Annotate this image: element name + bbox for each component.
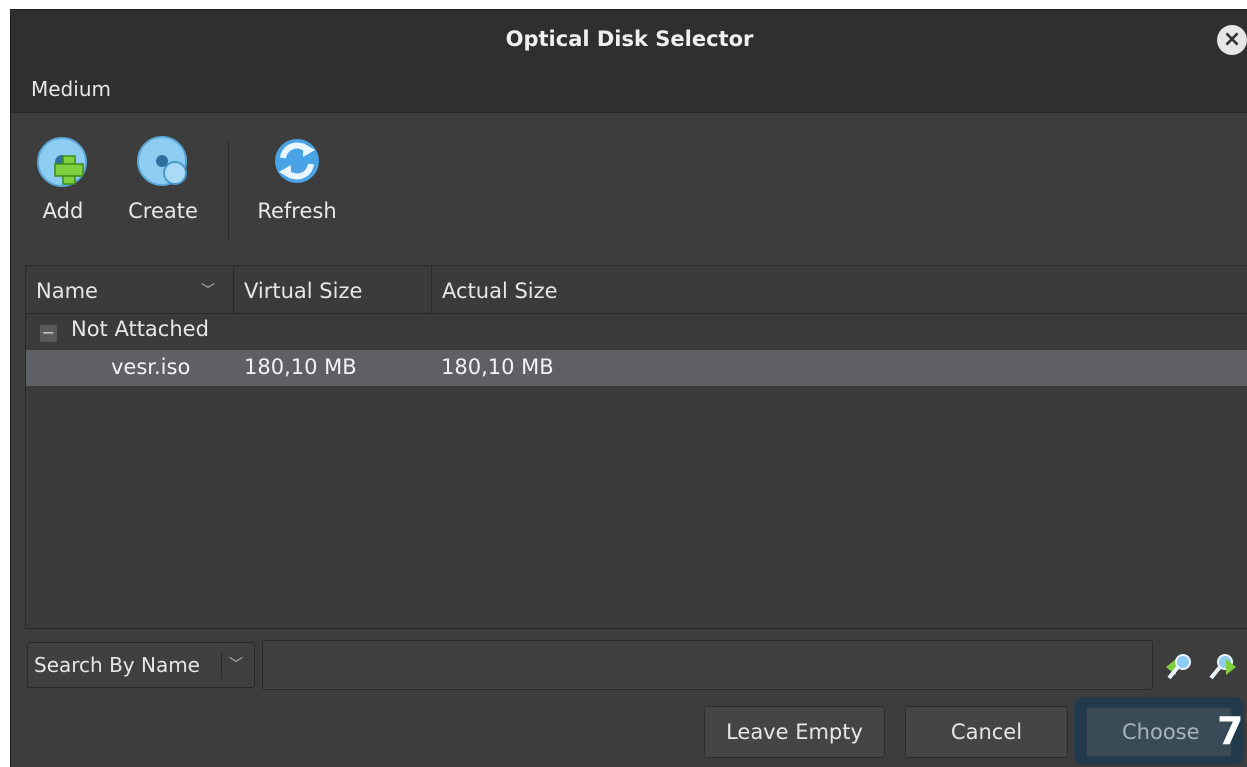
- column-actual-size[interactable]: Actual Size: [432, 266, 1247, 313]
- group-row-not-attached[interactable]: − Not Attached: [26, 314, 1247, 350]
- group-label: Not Attached: [71, 317, 209, 341]
- chevron-down-icon: ﹀: [229, 657, 243, 673]
- column-virtual-size[interactable]: Virtual Size: [234, 266, 432, 313]
- collapse-icon[interactable]: −: [40, 325, 57, 342]
- cell-virtual-size: 180,10 MB: [244, 355, 357, 379]
- search-backward-icon[interactable]: [1164, 651, 1194, 681]
- add-button[interactable]: Add: [35, 133, 91, 223]
- cancel-button[interactable]: Cancel: [905, 706, 1068, 758]
- add-label: Add: [42, 199, 84, 223]
- toolbar-separator: [228, 141, 229, 241]
- choose-button[interactable]: Choose: [1086, 707, 1232, 757]
- button-bar: Leave Empty Cancel Choose 7: [11, 697, 1247, 767]
- cell-name: vesr.iso: [111, 355, 191, 379]
- create-label: Create: [128, 199, 198, 223]
- medium-tree[interactable]: Name ﹀ Virtual Size Actual Size − Not At…: [25, 265, 1247, 629]
- create-button[interactable]: Create: [127, 133, 199, 223]
- column-name-label: Name: [36, 279, 98, 303]
- title-bar[interactable]: Optical Disk Selector ×: [11, 10, 1247, 68]
- optical-disk-selector-window: Optical Disk Selector × Medium Add Creat…: [10, 9, 1247, 767]
- add-disk-icon: [37, 137, 87, 187]
- chevron-down-icon: ﹀: [201, 283, 215, 299]
- menu-bar: Medium: [11, 68, 1247, 113]
- cell-actual-size: 180,10 MB: [441, 355, 554, 379]
- create-disk-icon: [137, 136, 187, 186]
- close-icon[interactable]: ×: [1217, 25, 1247, 55]
- search-mode-select[interactable]: Search By Name ﹀: [27, 642, 255, 688]
- table-row[interactable]: vesr.iso 180,10 MB 180,10 MB: [26, 350, 1247, 386]
- search-input[interactable]: [262, 640, 1153, 690]
- refresh-icon: [275, 139, 319, 183]
- menu-medium[interactable]: Medium: [31, 77, 111, 101]
- toolbar: Add Create Refresh: [11, 113, 1247, 263]
- search-forward-icon[interactable]: [1208, 651, 1238, 681]
- refresh-button[interactable]: Refresh: [251, 133, 343, 223]
- search-mode-label: Search By Name: [34, 653, 200, 677]
- window-title: Optical Disk Selector: [505, 27, 754, 51]
- leave-empty-button[interactable]: Leave Empty: [704, 706, 885, 758]
- combo-divider: [221, 653, 222, 679]
- column-name[interactable]: Name ﹀: [26, 266, 234, 313]
- annotation-badge: 7: [1217, 709, 1244, 753]
- refresh-label: Refresh: [257, 199, 337, 223]
- search-bar: Search By Name ﹀: [11, 632, 1247, 692]
- tree-header: Name ﹀ Virtual Size Actual Size: [26, 266, 1247, 314]
